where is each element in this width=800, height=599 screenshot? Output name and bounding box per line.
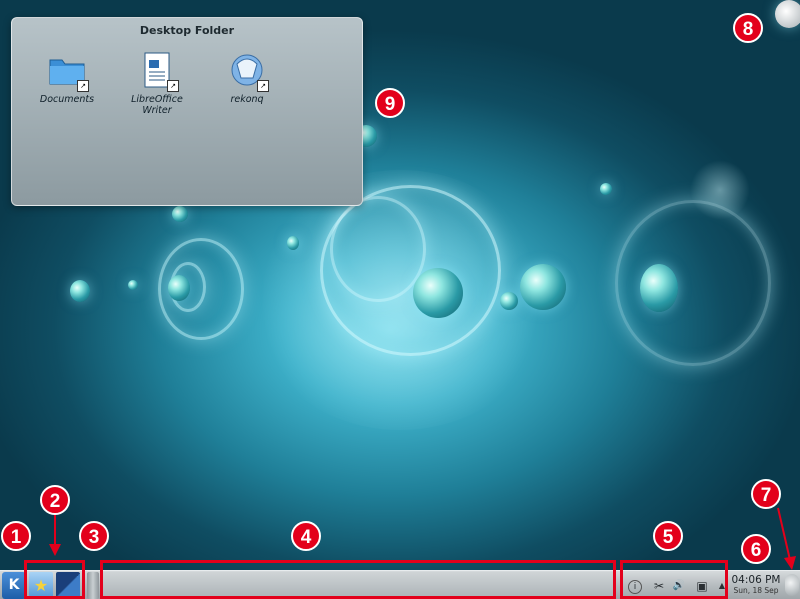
- annotation-number-4: 4: [291, 521, 321, 551]
- annotation-number-3: 3: [79, 521, 109, 551]
- annotation-number-5: 5: [653, 521, 683, 551]
- annotation-number-9: 9: [375, 88, 405, 118]
- desktop[interactable]: Desktop Folder ↗ Documents ↗ LibreOffice…: [0, 0, 800, 599]
- annotation-number-2: 2: [40, 485, 70, 515]
- annotation-number-8: 8: [733, 13, 763, 43]
- annotation-number-6: 6: [741, 534, 771, 564]
- annotation-arrows: [49, 507, 796, 570]
- annotation-number-7: 7: [751, 479, 781, 509]
- annotation-number-1: 1: [1, 521, 31, 551]
